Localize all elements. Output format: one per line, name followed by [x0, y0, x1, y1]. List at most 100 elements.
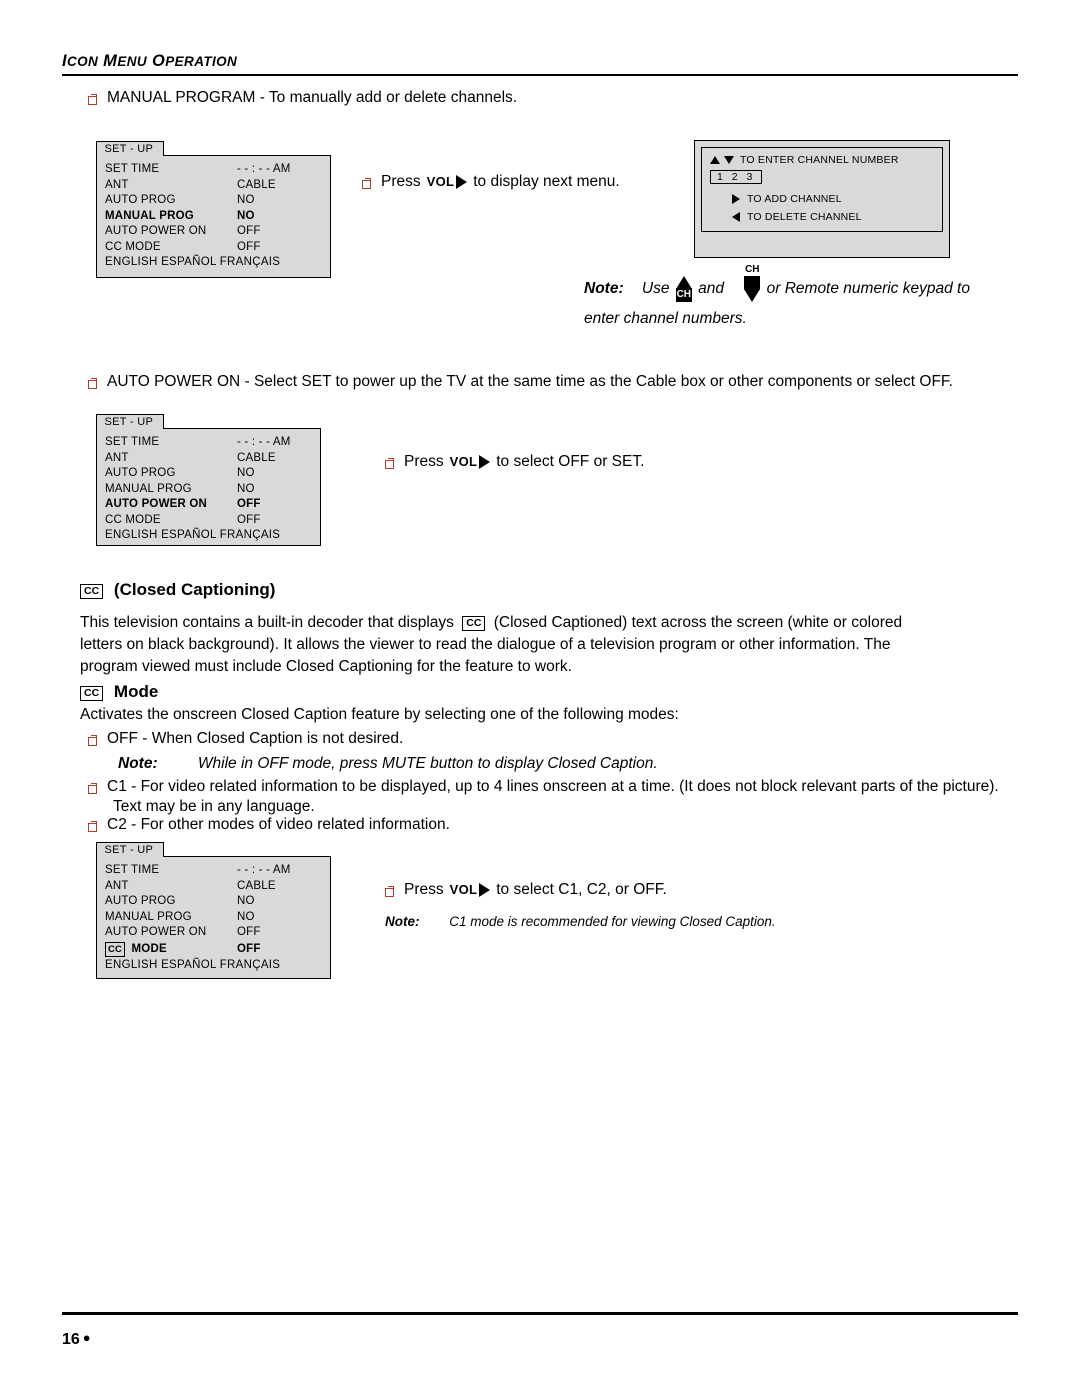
- instruction-press-vol-3: Press VOL to select C1, C2, or OFF.: [385, 880, 667, 899]
- paragraph-line-3: program viewed must include Closed Capti…: [80, 658, 572, 675]
- osd-add-channel-line: TO ADD CHANNEL: [732, 193, 934, 205]
- channel-up-label: CH: [676, 289, 692, 300]
- note-text-line2: enter channel numbers.: [584, 310, 747, 327]
- press-text-suffix: to select OFF or SET.: [496, 452, 645, 470]
- bullet-cc-c1-text: C1 - For video related information to be…: [107, 778, 999, 795]
- osd-row-label: SET TIME: [105, 436, 160, 448]
- osd-row-label: AUTO POWER ON: [105, 225, 207, 237]
- osd-add-channel-text: TO ADD CHANNEL: [747, 193, 842, 205]
- note-channel-entry: Note: Use CH and CH or Remote numeric ke…: [584, 264, 1054, 329]
- bullet-cc-c1-text-line2: Text may be in any language.: [113, 798, 315, 815]
- osd-languages: ENGLISH ESPAÑOL FRANÇAIS: [105, 256, 281, 268]
- note-text-part1: Use: [641, 280, 670, 298]
- osd-row-value: - - : - - AM: [237, 163, 291, 175]
- instruction-press-vol-1: Press VOL to display next menu.: [362, 172, 620, 191]
- arrow-left-icon: [732, 212, 740, 222]
- note-text-part2: and: [698, 280, 724, 298]
- osd-row-label: SET TIME: [105, 864, 160, 876]
- heading-closed-captioning-text: (Closed Captioning): [113, 580, 276, 599]
- vol-button-label: VOL: [449, 454, 478, 469]
- triangle-right-icon: [479, 454, 491, 469]
- osd-row-label: MANUAL PROG: [105, 482, 192, 495]
- bullet-cc-off-text: OFF - When Closed Caption is not desired…: [107, 730, 404, 747]
- osd-row-label: AUTO PROG: [105, 895, 176, 907]
- note-text: C1 mode is recommended for viewing Close…: [449, 914, 776, 929]
- osd-tab-setup-3: SET - UP: [95, 842, 165, 857]
- bullet-cc-c2: C2 - For other modes of video related in…: [88, 815, 788, 835]
- note-label: Note:: [385, 914, 420, 929]
- osd-channel-entry: TO ENTER CHANNEL NUMBER 1 2 3 TO ADD CHA…: [694, 140, 950, 258]
- bullet-auto-power-on: AUTO POWER ON - Select SET to power up t…: [88, 372, 1018, 392]
- arrow-down-icon: [724, 156, 734, 164]
- osd-row: ANT CABLE: [105, 879, 322, 895]
- osd-tab-setup-2: SET - UP: [95, 414, 165, 429]
- note-label: Note:: [118, 755, 158, 772]
- note-label: Note:: [584, 280, 624, 298]
- osd-row-label: SET TIME: [105, 163, 160, 175]
- osd-delete-channel-text: TO DELETE CHANNEL: [747, 211, 862, 223]
- osd-menu-cc-mode: SET - UP SET TIME - - : - - AM ANT CABLE…: [95, 842, 331, 979]
- bullet-cc-off: OFF - When Closed Caption is not desired…: [88, 729, 788, 749]
- triangle-right-icon: [479, 882, 491, 897]
- bullet-manual-program: MANUAL PROGRAM - To manually add or dele…: [88, 88, 788, 108]
- osd-row-value: - - : - - AM: [237, 436, 291, 448]
- bullet-square-icon: [88, 729, 97, 748]
- paragraph-cc-mode-intro: Activates the onscreen Closed Caption fe…: [80, 706, 679, 723]
- osd-delete-channel-line: TO DELETE CHANNEL: [732, 211, 934, 223]
- osd-row: AUTO PROG NO: [105, 894, 322, 910]
- osd-tab-setup-1: SET - UP: [95, 141, 165, 156]
- osd-row-label: AUTO POWER ON: [105, 498, 208, 510]
- page-number-value: 16: [62, 1331, 80, 1348]
- vol-button-label: VOL: [426, 174, 455, 189]
- footer-dot-icon: ●: [82, 1330, 91, 1345]
- osd-row-label: ANT: [105, 178, 129, 191]
- osd-row-value: NO: [237, 910, 255, 923]
- osd-row-selected: MANUAL PROG NO: [105, 209, 322, 225]
- osd-languages: ENGLISH ESPAÑOL FRANÇAIS: [105, 529, 281, 541]
- osd-row-value: CABLE: [237, 451, 276, 464]
- osd-row: SET TIME - - : - - AM: [105, 162, 322, 178]
- paragraph-closed-captioning: This television contains a built-in deco…: [80, 612, 1020, 678]
- osd-row: ANT CABLE: [105, 451, 312, 467]
- osd-menu-auto-power-on: SET - UP SET TIME - - : - - AM ANT CABLE…: [95, 414, 321, 546]
- bullet-square-icon: [385, 452, 394, 471]
- press-text-prefix: Press: [404, 452, 444, 470]
- osd-row-value: CABLE: [237, 178, 276, 191]
- osd-row: AUTO POWER ON OFF: [105, 925, 322, 941]
- osd-channel-entry-inner: TO ENTER CHANNEL NUMBER 1 2 3 TO ADD CHA…: [701, 147, 943, 232]
- bullet-cc-c1: C1 - For video related information to be…: [88, 777, 1028, 797]
- osd-row-value: NO: [237, 194, 255, 206]
- arrow-up-icon: [710, 156, 720, 164]
- press-text-prefix: Press: [404, 880, 444, 898]
- paragraph-line-2: letters on black background). It allows …: [80, 636, 891, 653]
- press-text-suffix: to select C1, C2, or OFF.: [496, 880, 667, 898]
- osd-menu-manual-prog: SET - UP SET TIME - - : - - AM ANT CABLE…: [95, 141, 331, 278]
- osd-row-value: OFF: [237, 926, 261, 938]
- osd-row: AUTO PROG NO: [105, 466, 312, 482]
- osd-row-value: NO: [237, 467, 255, 479]
- footer-divider: [62, 1312, 1018, 1315]
- osd-row-value: OFF: [237, 498, 261, 510]
- heading-cc-mode-text: Mode: [113, 682, 159, 701]
- osd-row-value: OFF: [237, 240, 261, 253]
- osd-channel-digits: 1 2 3: [710, 170, 763, 184]
- bullet-square-icon: [385, 880, 394, 899]
- page-header-title: ICON MENU OPERATION: [62, 52, 238, 70]
- osd-enter-channel-line: TO ENTER CHANNEL NUMBER: [710, 154, 934, 166]
- cc-badge-icon: CC: [80, 584, 104, 599]
- osd-row-value: OFF: [237, 513, 261, 526]
- osd-row-label: AUTO POWER ON: [105, 926, 207, 938]
- osd-row-value: OFF: [237, 225, 261, 237]
- osd-row-label: ANT: [105, 879, 129, 892]
- paragraph-part-a: This television contains a built-in deco…: [80, 614, 454, 631]
- osd-row: CC MODE OFF: [105, 513, 312, 529]
- osd-row-label: MANUAL PROG: [105, 910, 192, 923]
- paragraph-part-b: (Closed Captioned) text across the scree…: [493, 614, 903, 631]
- channel-up-button-icon: CH: [674, 276, 694, 302]
- bullet-square-icon: [362, 172, 371, 191]
- note-cc-off: Note: While in OFF mode, press MUTE butt…: [118, 753, 918, 774]
- channel-down-button-icon: CH: [742, 264, 762, 302]
- arrow-right-icon: [732, 194, 740, 204]
- osd-row: AUTO POWER ON OFF: [105, 224, 322, 240]
- osd-row-value: NO: [237, 895, 255, 907]
